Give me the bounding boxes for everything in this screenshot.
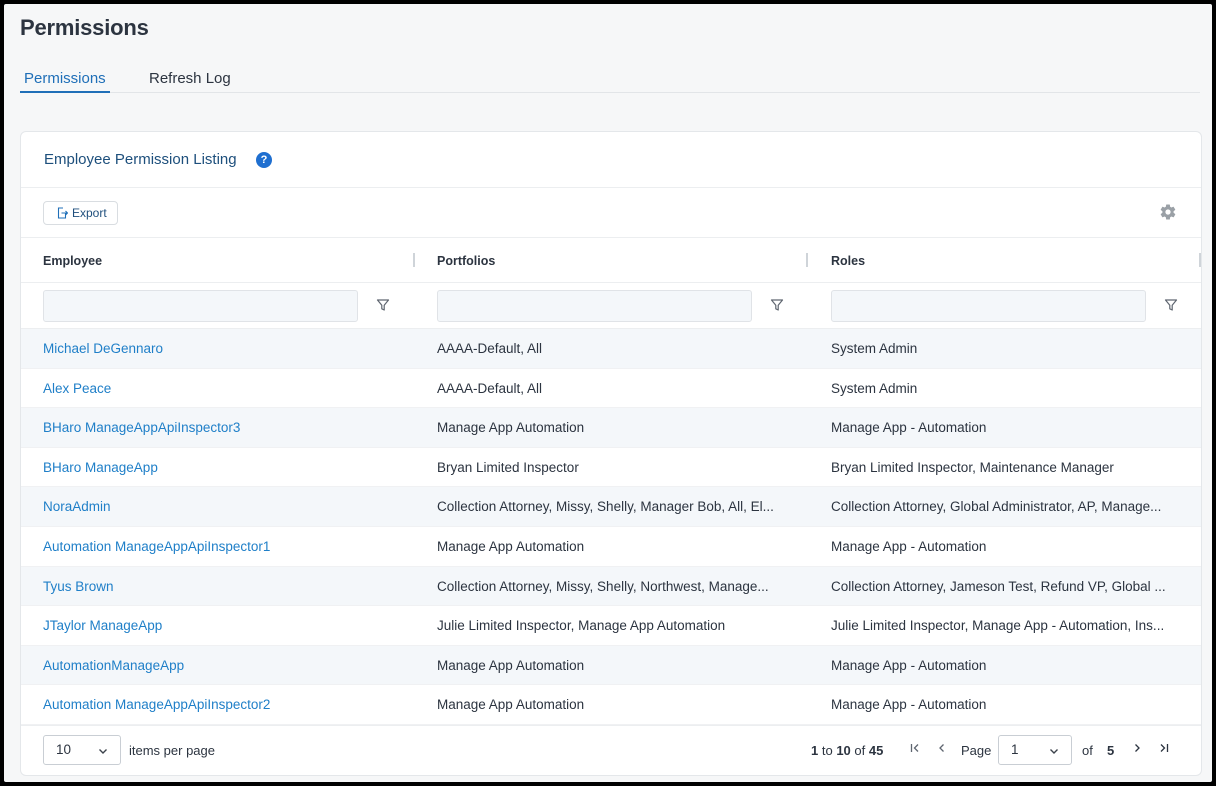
employee-link[interactable]: Tyus Brown bbox=[43, 579, 403, 594]
employee-link[interactable]: AutomationManageApp bbox=[43, 658, 403, 673]
last-page-icon[interactable] bbox=[1158, 742, 1170, 754]
portfolios-cell: Manage App Automation bbox=[437, 420, 585, 436]
portfolios-cell: Bryan Limited Inspector bbox=[437, 459, 579, 475]
range-from: 1 bbox=[811, 743, 819, 758]
items-per-page-value: 10 bbox=[56, 742, 72, 757]
range-summary: 1 to 10 of 45 bbox=[811, 743, 883, 758]
range-total: 45 bbox=[868, 743, 884, 758]
table-row: BHaro ManageApp Bryan Limited Inspector … bbox=[21, 448, 1201, 488]
chevron-down-icon bbox=[99, 749, 107, 754]
employee-link[interactable]: NoraAdmin bbox=[43, 499, 403, 514]
filter-row bbox=[21, 283, 1201, 329]
employee-link[interactable]: Alex Peace bbox=[43, 381, 403, 396]
roles-cell: Manage App - Automation bbox=[831, 657, 987, 673]
pagination-bar: 10 items per page 1 to 10 of 45 Page 1 o… bbox=[21, 725, 1201, 775]
first-page-icon[interactable] bbox=[909, 742, 921, 754]
column-resize-handle[interactable] bbox=[806, 253, 808, 267]
portfolios-cell: Manage App Automation bbox=[437, 657, 585, 673]
roles-filter-input[interactable] bbox=[831, 290, 1146, 322]
portfolios-cell: AAAA-Default, All bbox=[437, 341, 543, 356]
gear-icon[interactable] bbox=[1159, 203, 1177, 221]
table-row: JTaylor ManageApp Julie Limited Inspecto… bbox=[21, 606, 1201, 646]
employee-link[interactable]: Automation ManageAppApiInspector1 bbox=[43, 539, 403, 554]
tab-permissions[interactable]: Permissions bbox=[20, 70, 110, 93]
tab-refresh-log[interactable]: Refresh Log bbox=[149, 70, 231, 93]
roles-cell: Manage App - Automation bbox=[831, 538, 987, 554]
filter-icon[interactable] bbox=[376, 298, 390, 312]
roles-cell: Collection Attorney, Global Administrato… bbox=[831, 499, 1162, 515]
portfolios-cell: Julie Limited Inspector, Manage App Auto… bbox=[437, 618, 726, 634]
table-row: AutomationManageApp Manage App Automatio… bbox=[21, 645, 1201, 686]
question-circle-icon[interactable]: ? bbox=[256, 152, 272, 168]
column-resize-handle[interactable] bbox=[413, 253, 415, 267]
portfolios-filter-input[interactable] bbox=[437, 290, 752, 322]
filter-icon[interactable] bbox=[1164, 298, 1178, 312]
portfolios-cell: AAAA-Default, All bbox=[437, 380, 543, 396]
page-select[interactable]: 1 bbox=[998, 735, 1072, 765]
items-per-page-select[interactable]: 10 bbox=[43, 735, 121, 765]
employee-link[interactable]: Michael DeGennaro bbox=[43, 341, 403, 356]
column-resize-handle[interactable] bbox=[1199, 253, 1201, 267]
column-header-employee[interactable]: Employee bbox=[43, 254, 102, 268]
roles-cell: System Admin bbox=[831, 341, 918, 356]
permission-card: Employee Permission Listing ? Export Emp… bbox=[20, 131, 1202, 776]
range-to: 10 bbox=[836, 743, 851, 758]
portfolios-cell: Manage App Automation bbox=[437, 538, 585, 554]
table-row: Automation ManageAppApiInspector2 Manage… bbox=[21, 685, 1201, 725]
page-label: Page bbox=[961, 743, 992, 758]
card-header: Employee Permission Listing ? bbox=[21, 132, 1201, 188]
portfolios-cell: Collection Attorney, Missy, Shelly, Nort… bbox=[437, 578, 769, 594]
column-header-portfolios[interactable]: Portfolios bbox=[437, 254, 495, 268]
portfolios-cell: Manage App Automation bbox=[437, 697, 585, 713]
table-row: Automation ManageAppApiInspector1 Manage… bbox=[21, 527, 1201, 567]
employee-link[interactable]: BHaro ManageAppApiInspector3 bbox=[43, 420, 403, 435]
roles-cell: Julie Limited Inspector, Manage App - Au… bbox=[831, 618, 1165, 634]
range-of-word: of bbox=[854, 743, 866, 758]
page-title: Permissions bbox=[20, 15, 149, 40]
column-header-roles[interactable]: Roles bbox=[831, 254, 865, 268]
roles-cell: Manage App - Automation bbox=[831, 697, 987, 713]
table-row: Michael DeGennaro AAAA-Default, All Syst… bbox=[21, 329, 1201, 369]
grid-toolbar: Export bbox=[21, 188, 1201, 238]
roles-cell: Bryan Limited Inspector, Maintenance Man… bbox=[831, 459, 1114, 475]
export-icon bbox=[57, 207, 68, 219]
table-row: NoraAdmin Collection Attorney, Missy, Sh… bbox=[21, 487, 1201, 527]
employee-link[interactable]: Automation ManageAppApiInspector2 bbox=[43, 697, 403, 712]
roles-cell: Collection Attorney, Jameson Test, Refun… bbox=[831, 578, 1166, 594]
employee-link[interactable]: BHaro ManageApp bbox=[43, 460, 403, 475]
export-button[interactable]: Export bbox=[43, 201, 118, 225]
permission-grid: Employee Portfolios Roles Michael DeGenn… bbox=[21, 238, 1201, 725]
tab-bar: Permissions Refresh Log bbox=[20, 68, 1200, 93]
table-row: Tyus Brown Collection Attorney, Missy, S… bbox=[21, 566, 1201, 607]
filter-icon[interactable] bbox=[770, 298, 784, 312]
portfolios-cell: Collection Attorney, Missy, Shelly, Mana… bbox=[437, 499, 774, 515]
roles-cell: Manage App - Automation bbox=[831, 420, 987, 436]
header-row: Employee Portfolios Roles bbox=[21, 238, 1201, 283]
next-page-icon[interactable] bbox=[1131, 742, 1143, 754]
table-row: Alex Peace AAAA-Default, All System Admi… bbox=[21, 369, 1201, 409]
card-title: Employee Permission Listing bbox=[44, 151, 237, 168]
employee-link[interactable]: JTaylor ManageApp bbox=[43, 618, 403, 633]
employee-filter-input[interactable] bbox=[43, 290, 358, 322]
total-pages: 5 bbox=[1107, 743, 1115, 758]
items-per-page-label: items per page bbox=[129, 743, 215, 758]
current-page-value: 1 bbox=[1011, 742, 1019, 757]
range-to-word: to bbox=[821, 743, 833, 758]
export-label: Export bbox=[72, 206, 107, 220]
previous-page-icon[interactable] bbox=[936, 742, 948, 754]
table-row: BHaro ManageAppApiInspector3 Manage App … bbox=[21, 408, 1201, 448]
app-window: Permissions Permissions Refresh Log Empl… bbox=[4, 4, 1212, 782]
page-of-label: of bbox=[1082, 743, 1093, 758]
chevron-down-icon bbox=[1050, 749, 1058, 754]
roles-cell: System Admin bbox=[831, 380, 918, 396]
